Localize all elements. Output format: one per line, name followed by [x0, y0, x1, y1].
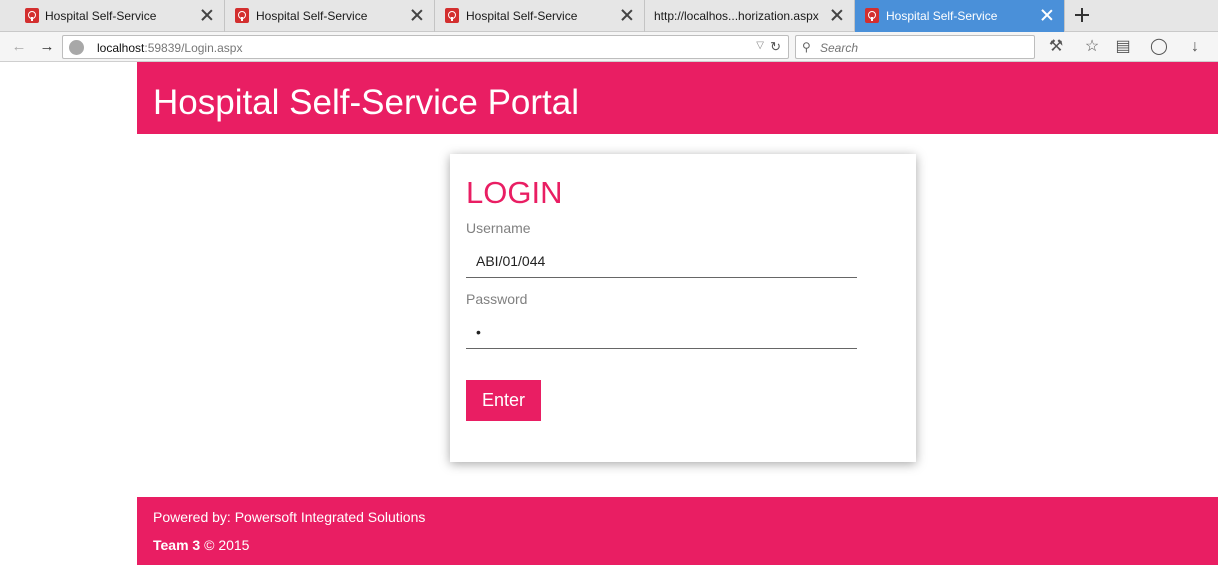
bookmark-star-icon[interactable]: ☆ [1081, 37, 1103, 57]
globe-icon [69, 40, 84, 55]
reload-icon[interactable]: ↻ [770, 39, 781, 55]
page-header: Hospital Self-Service Portal [137, 62, 1218, 134]
hospital-icon [445, 8, 459, 23]
hospital-icon [235, 8, 249, 23]
new-tab-icon[interactable] [1072, 5, 1092, 25]
hospital-icon [865, 8, 879, 23]
browser-tab[interactable]: Hospital Self-Service [225, 0, 435, 32]
search-bar[interactable]: ⚲ [795, 35, 1035, 59]
close-tab-icon[interactable] [200, 8, 214, 22]
close-tab-icon[interactable] [410, 8, 424, 22]
hospital-icon [25, 8, 39, 23]
browser-tab[interactable]: Hospital Self-Service [0, 0, 225, 32]
browser-tab[interactable]: http://localhos...horization.aspx [645, 0, 855, 32]
url-text: localhost:59839/Login.aspx [97, 41, 243, 55]
close-tab-icon[interactable] [620, 8, 634, 22]
password-label: Password [466, 291, 528, 307]
username-label: Username [466, 220, 531, 236]
enter-button[interactable]: Enter [466, 380, 541, 421]
reading-list-icon[interactable]: ▤ [1112, 37, 1134, 57]
tab-label: Hospital Self-Service [45, 9, 157, 23]
browser-tab-active[interactable]: Hospital Self-Service [855, 0, 1065, 32]
tab-label: Hospital Self-Service [466, 9, 578, 23]
navigation-bar: ← → localhost:59839/Login.aspx ▽ ↻ ⚲ ⚒ ☆… [0, 32, 1218, 62]
copyright-text: Team 3 © 2015 [153, 537, 249, 553]
tab-label: http://localhos...horization.aspx [654, 9, 819, 23]
login-title: LOGIN [466, 175, 563, 210]
password-input[interactable] [466, 315, 857, 349]
tab-label: Hospital Self-Service [256, 9, 368, 23]
search-input[interactable] [820, 39, 1020, 56]
dropdown-icon[interactable]: ▽ [756, 40, 764, 51]
url-bar[interactable]: localhost:59839/Login.aspx ▽ ↻ [62, 35, 789, 59]
browser-tab[interactable]: Hospital Self-Service [435, 0, 645, 32]
page-title: Hospital Self-Service Portal [153, 83, 579, 122]
tab-label: Hospital Self-Service [886, 9, 998, 23]
close-tab-icon[interactable] [830, 8, 844, 22]
download-icon[interactable]: ↓ [1184, 37, 1206, 57]
search-icon: ⚲ [802, 40, 811, 54]
tab-strip: Hospital Self-Service Hospital Self-Serv… [0, 0, 1218, 32]
username-input[interactable] [466, 244, 857, 278]
forward-icon[interactable]: → [36, 37, 58, 57]
page-footer: Powered by: Powersoft Integrated Solutio… [137, 497, 1218, 565]
copyright-year: © 2015 [200, 537, 250, 553]
wrench-icon[interactable]: ⚒ [1045, 37, 1067, 57]
team-name: Team 3 [153, 537, 201, 553]
pocket-icon[interactable]: ◯ [1148, 37, 1170, 57]
back-icon[interactable]: ← [8, 37, 30, 57]
powered-by-text: Powered by: Powersoft Integrated Solutio… [153, 509, 426, 525]
close-tab-icon[interactable] [1040, 8, 1054, 22]
login-card: LOGIN Username Password Enter [450, 154, 916, 462]
